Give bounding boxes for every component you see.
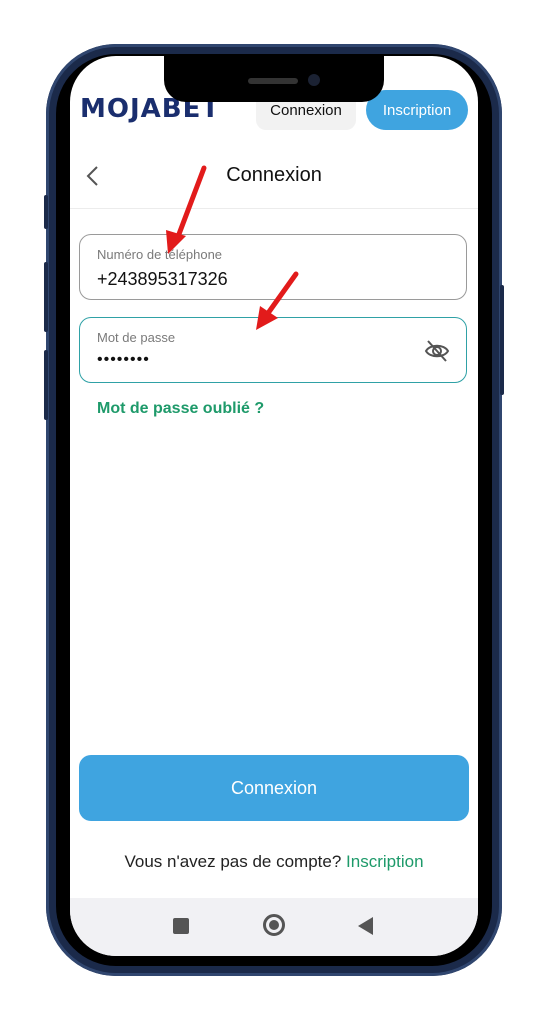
signup-prompt-text: Vous n'avez pas de compte? bbox=[124, 852, 342, 871]
app-screen: MOJABET Connexion Inscription Connexion … bbox=[70, 56, 478, 956]
login-submit-button[interactable]: Connexion bbox=[79, 755, 469, 821]
phone-side-button bbox=[44, 195, 48, 229]
nav-recents-icon[interactable] bbox=[173, 918, 189, 934]
phone-volume-down bbox=[44, 350, 48, 420]
phone-volume-up bbox=[44, 262, 48, 332]
header-divider bbox=[70, 208, 478, 209]
page-title: Connexion bbox=[226, 164, 322, 186]
nav-home-icon[interactable] bbox=[263, 914, 285, 936]
password-field-label: Mot de passe bbox=[97, 330, 176, 345]
camera-icon bbox=[308, 74, 320, 86]
nav-back-icon[interactable] bbox=[358, 917, 373, 935]
header-signup-button[interactable]: Inscription bbox=[366, 90, 468, 130]
eye-off-icon[interactable] bbox=[424, 338, 450, 364]
speaker-grill bbox=[248, 78, 298, 84]
signup-prompt: Vous n'avez pas de compte? Inscription bbox=[70, 852, 478, 872]
password-field-value: •••••••• bbox=[97, 351, 150, 368]
phone-notch bbox=[164, 56, 384, 102]
annotation-arrow-password bbox=[256, 271, 299, 330]
phone-field-value: +243895317326 bbox=[97, 269, 228, 289]
signup-link[interactable]: Inscription bbox=[346, 852, 423, 871]
android-nav-bar bbox=[70, 898, 478, 956]
forgot-password-link[interactable]: Mot de passe oublié ? bbox=[97, 400, 264, 418]
phone-power-button bbox=[500, 285, 504, 395]
annotation-arrow-phone bbox=[166, 165, 207, 254]
